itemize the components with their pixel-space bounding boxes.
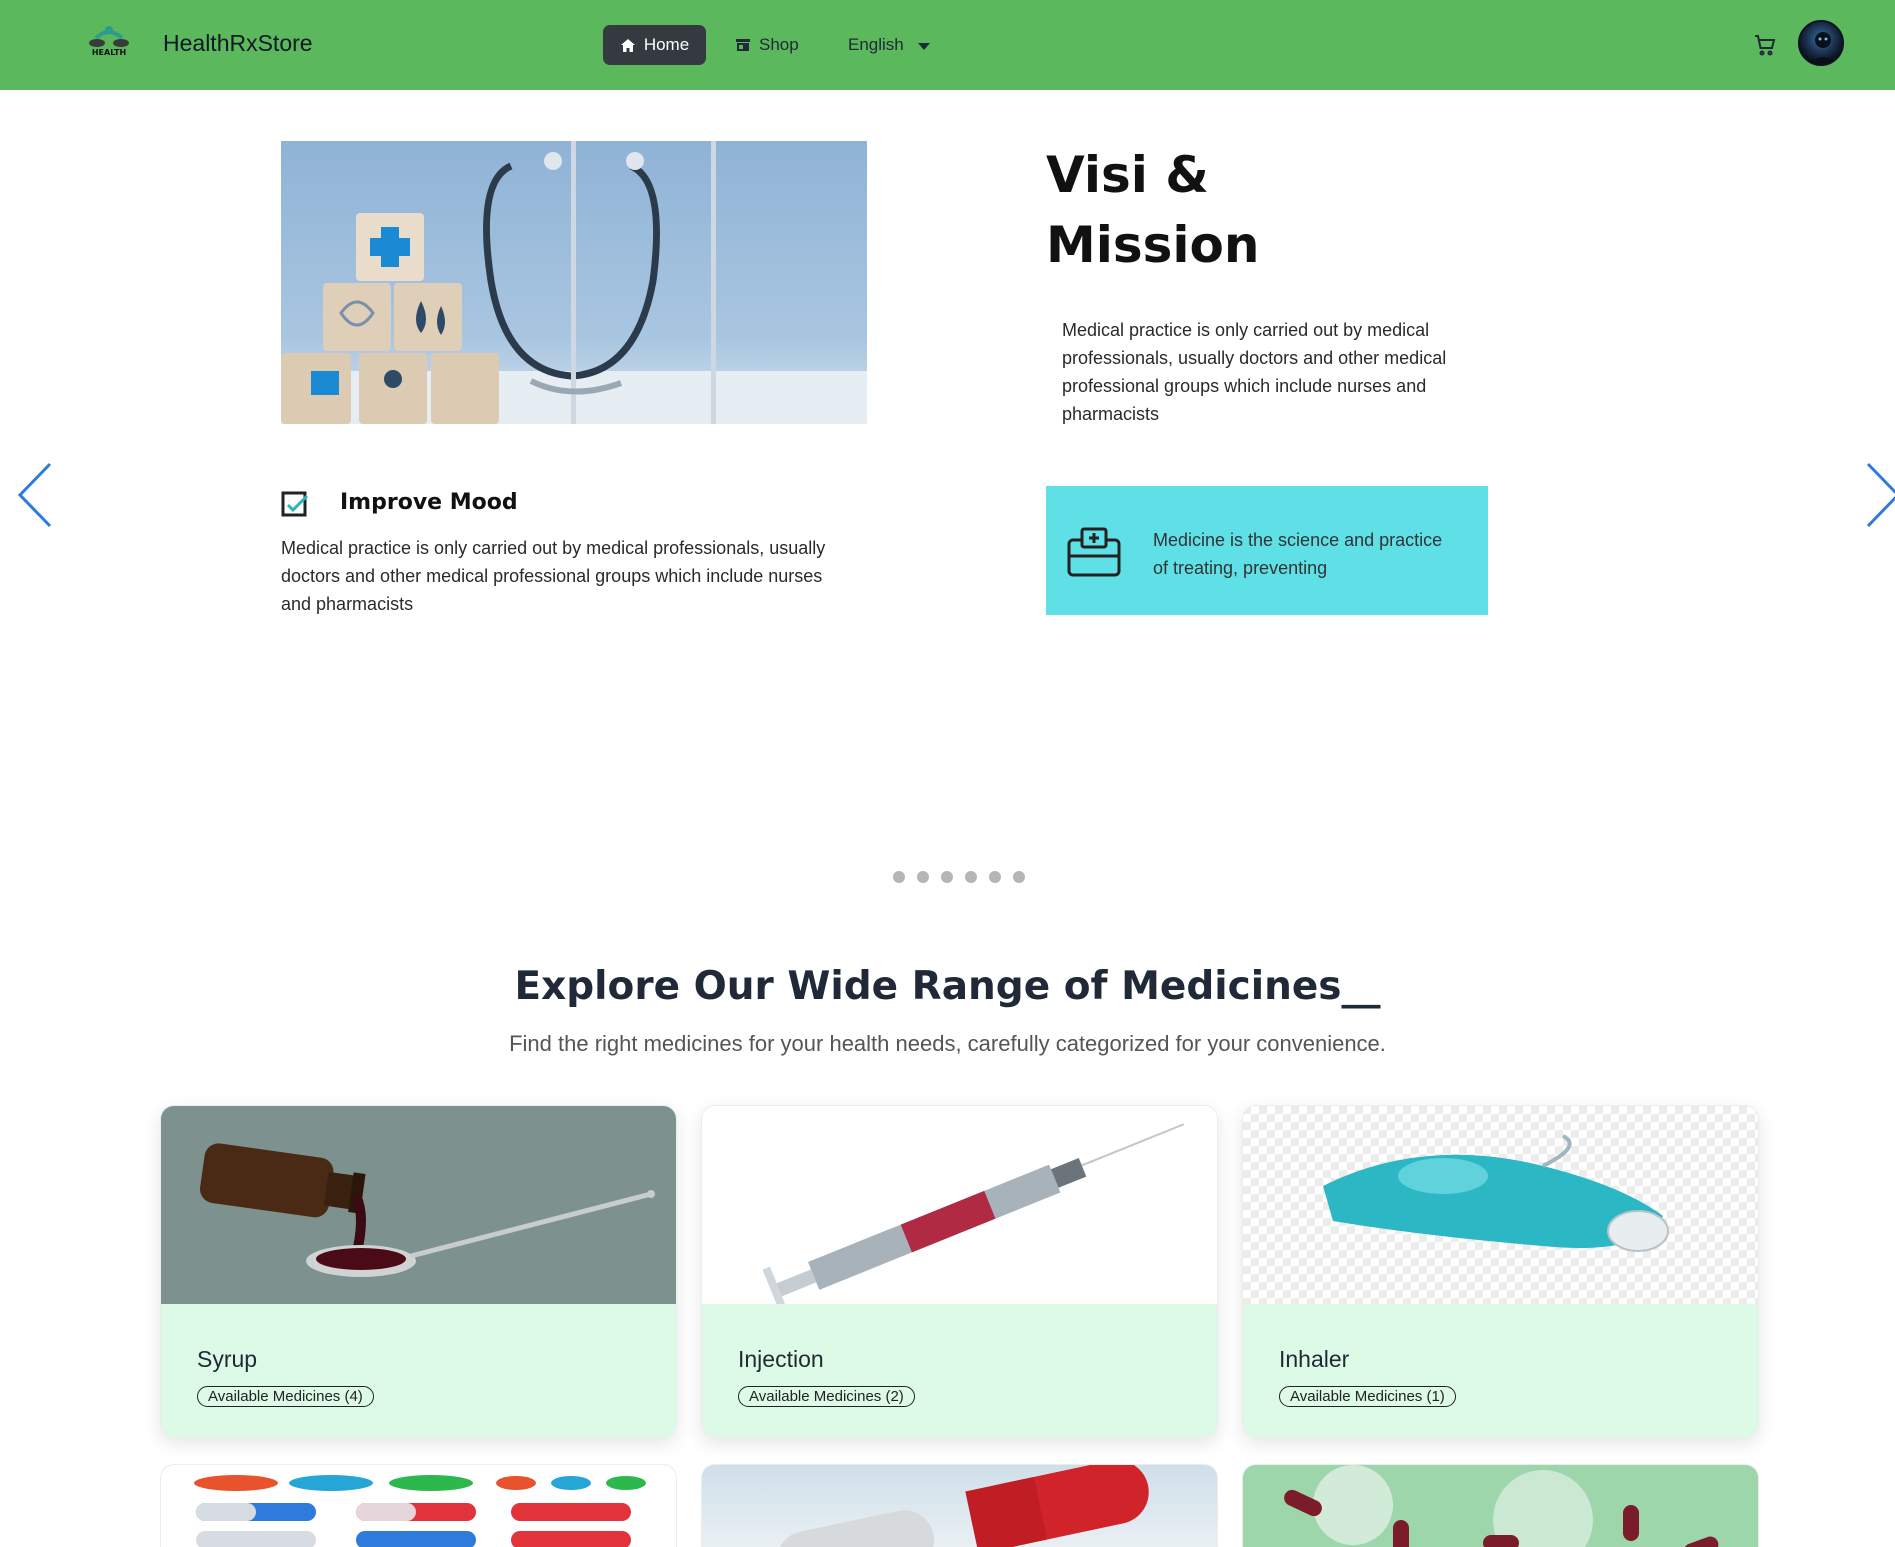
card-body: Injection Available Medicines (2) <box>702 1304 1217 1437</box>
category-card-injection[interactable]: Injection Available Medicines (2) <box>701 1105 1218 1438</box>
mood-title: Improve Mood <box>340 490 518 515</box>
mission-text: Medical practice is only carried out by … <box>1062 320 1447 424</box>
category-name: Injection <box>738 1346 824 1372</box>
available-badge[interactable]: Available Medicines (2) <box>738 1386 915 1407</box>
stethoscope-image <box>281 141 867 424</box>
available-badge[interactable]: Available Medicines (4) <box>197 1386 374 1407</box>
carousel-indicators <box>893 871 1025 883</box>
syrup-image <box>161 1106 676 1304</box>
carousel-dot[interactable] <box>1013 871 1025 883</box>
cart-icon[interactable] <box>1753 33 1777 57</box>
category-card-capsules-2[interactable] <box>1242 1464 1759 1547</box>
language-dropdown[interactable]: English <box>848 25 930 65</box>
carousel-dot[interactable] <box>941 871 953 883</box>
category-card-capsules[interactable] <box>160 1464 677 1547</box>
category-card-syrup[interactable]: Syrup Available Medicines (4) <box>160 1105 677 1438</box>
medical-folder-icon <box>1066 526 1122 578</box>
carousel-next-arrow[interactable] <box>1862 460 1895 530</box>
carousel-dot[interactable] <box>893 871 905 883</box>
mood-text: Medical practice is only carried out by … <box>281 538 826 614</box>
logo-text: HEALTH <box>92 48 126 57</box>
callout-text: Medicine is the science and practice of … <box>1153 530 1443 578</box>
available-badge[interactable]: Available Medicines (1) <box>1279 1386 1456 1407</box>
carousel-dot[interactable] <box>989 871 1001 883</box>
nav-home-button[interactable]: Home <box>603 25 706 65</box>
nav-home-label: Home <box>643 35 690 54</box>
card-body: Inhaler Available Medicines (1) <box>1243 1304 1758 1437</box>
checkbox-icon <box>281 491 309 519</box>
section-subtitle: Find the right medicines for your health… <box>509 1031 1386 1056</box>
navbar: HEALTH HealthRxStore Home Shop English <box>0 0 1895 90</box>
home-icon <box>620 38 635 52</box>
section-title: Explore Our Wide Range of Medicines__ <box>514 964 1381 1009</box>
tablets-image <box>776 1465 1149 1547</box>
capsules-image <box>194 1475 646 1547</box>
nav-shop-label: Shop <box>759 35 799 54</box>
nav-shop-link[interactable]: Shop <box>735 25 799 65</box>
shop-icon <box>736 39 750 51</box>
red-capsules-image <box>1284 1465 1719 1547</box>
chevron-down-icon <box>917 42 930 50</box>
mission-title-line2: Mission <box>1046 216 1260 274</box>
carousel-prev-arrow[interactable] <box>12 460 56 530</box>
injection-image <box>702 1106 1217 1304</box>
brand-name[interactable]: HealthRxStore <box>163 30 313 57</box>
callout-box: Medicine is the science and practice of … <box>1046 486 1488 615</box>
mission-title-line1: Visi & <box>1046 146 1209 204</box>
category-card-inhaler[interactable]: Inhaler Available Medicines (1) <box>1242 1105 1759 1438</box>
category-card-tablets[interactable] <box>701 1464 1218 1547</box>
user-avatar[interactable] <box>1798 20 1844 66</box>
category-name: Syrup <box>197 1346 258 1372</box>
mission-title: Visi & Mission <box>1046 140 1260 280</box>
carousel-dot[interactable] <box>917 871 929 883</box>
brand-logo[interactable]: HEALTH <box>86 24 132 58</box>
language-label: English <box>848 35 904 54</box>
inhaler-image <box>1243 1106 1758 1304</box>
card-body: Syrup Available Medicines (4) <box>161 1304 676 1437</box>
category-name: Inhaler <box>1279 1346 1350 1372</box>
carousel-dot[interactable] <box>965 871 977 883</box>
